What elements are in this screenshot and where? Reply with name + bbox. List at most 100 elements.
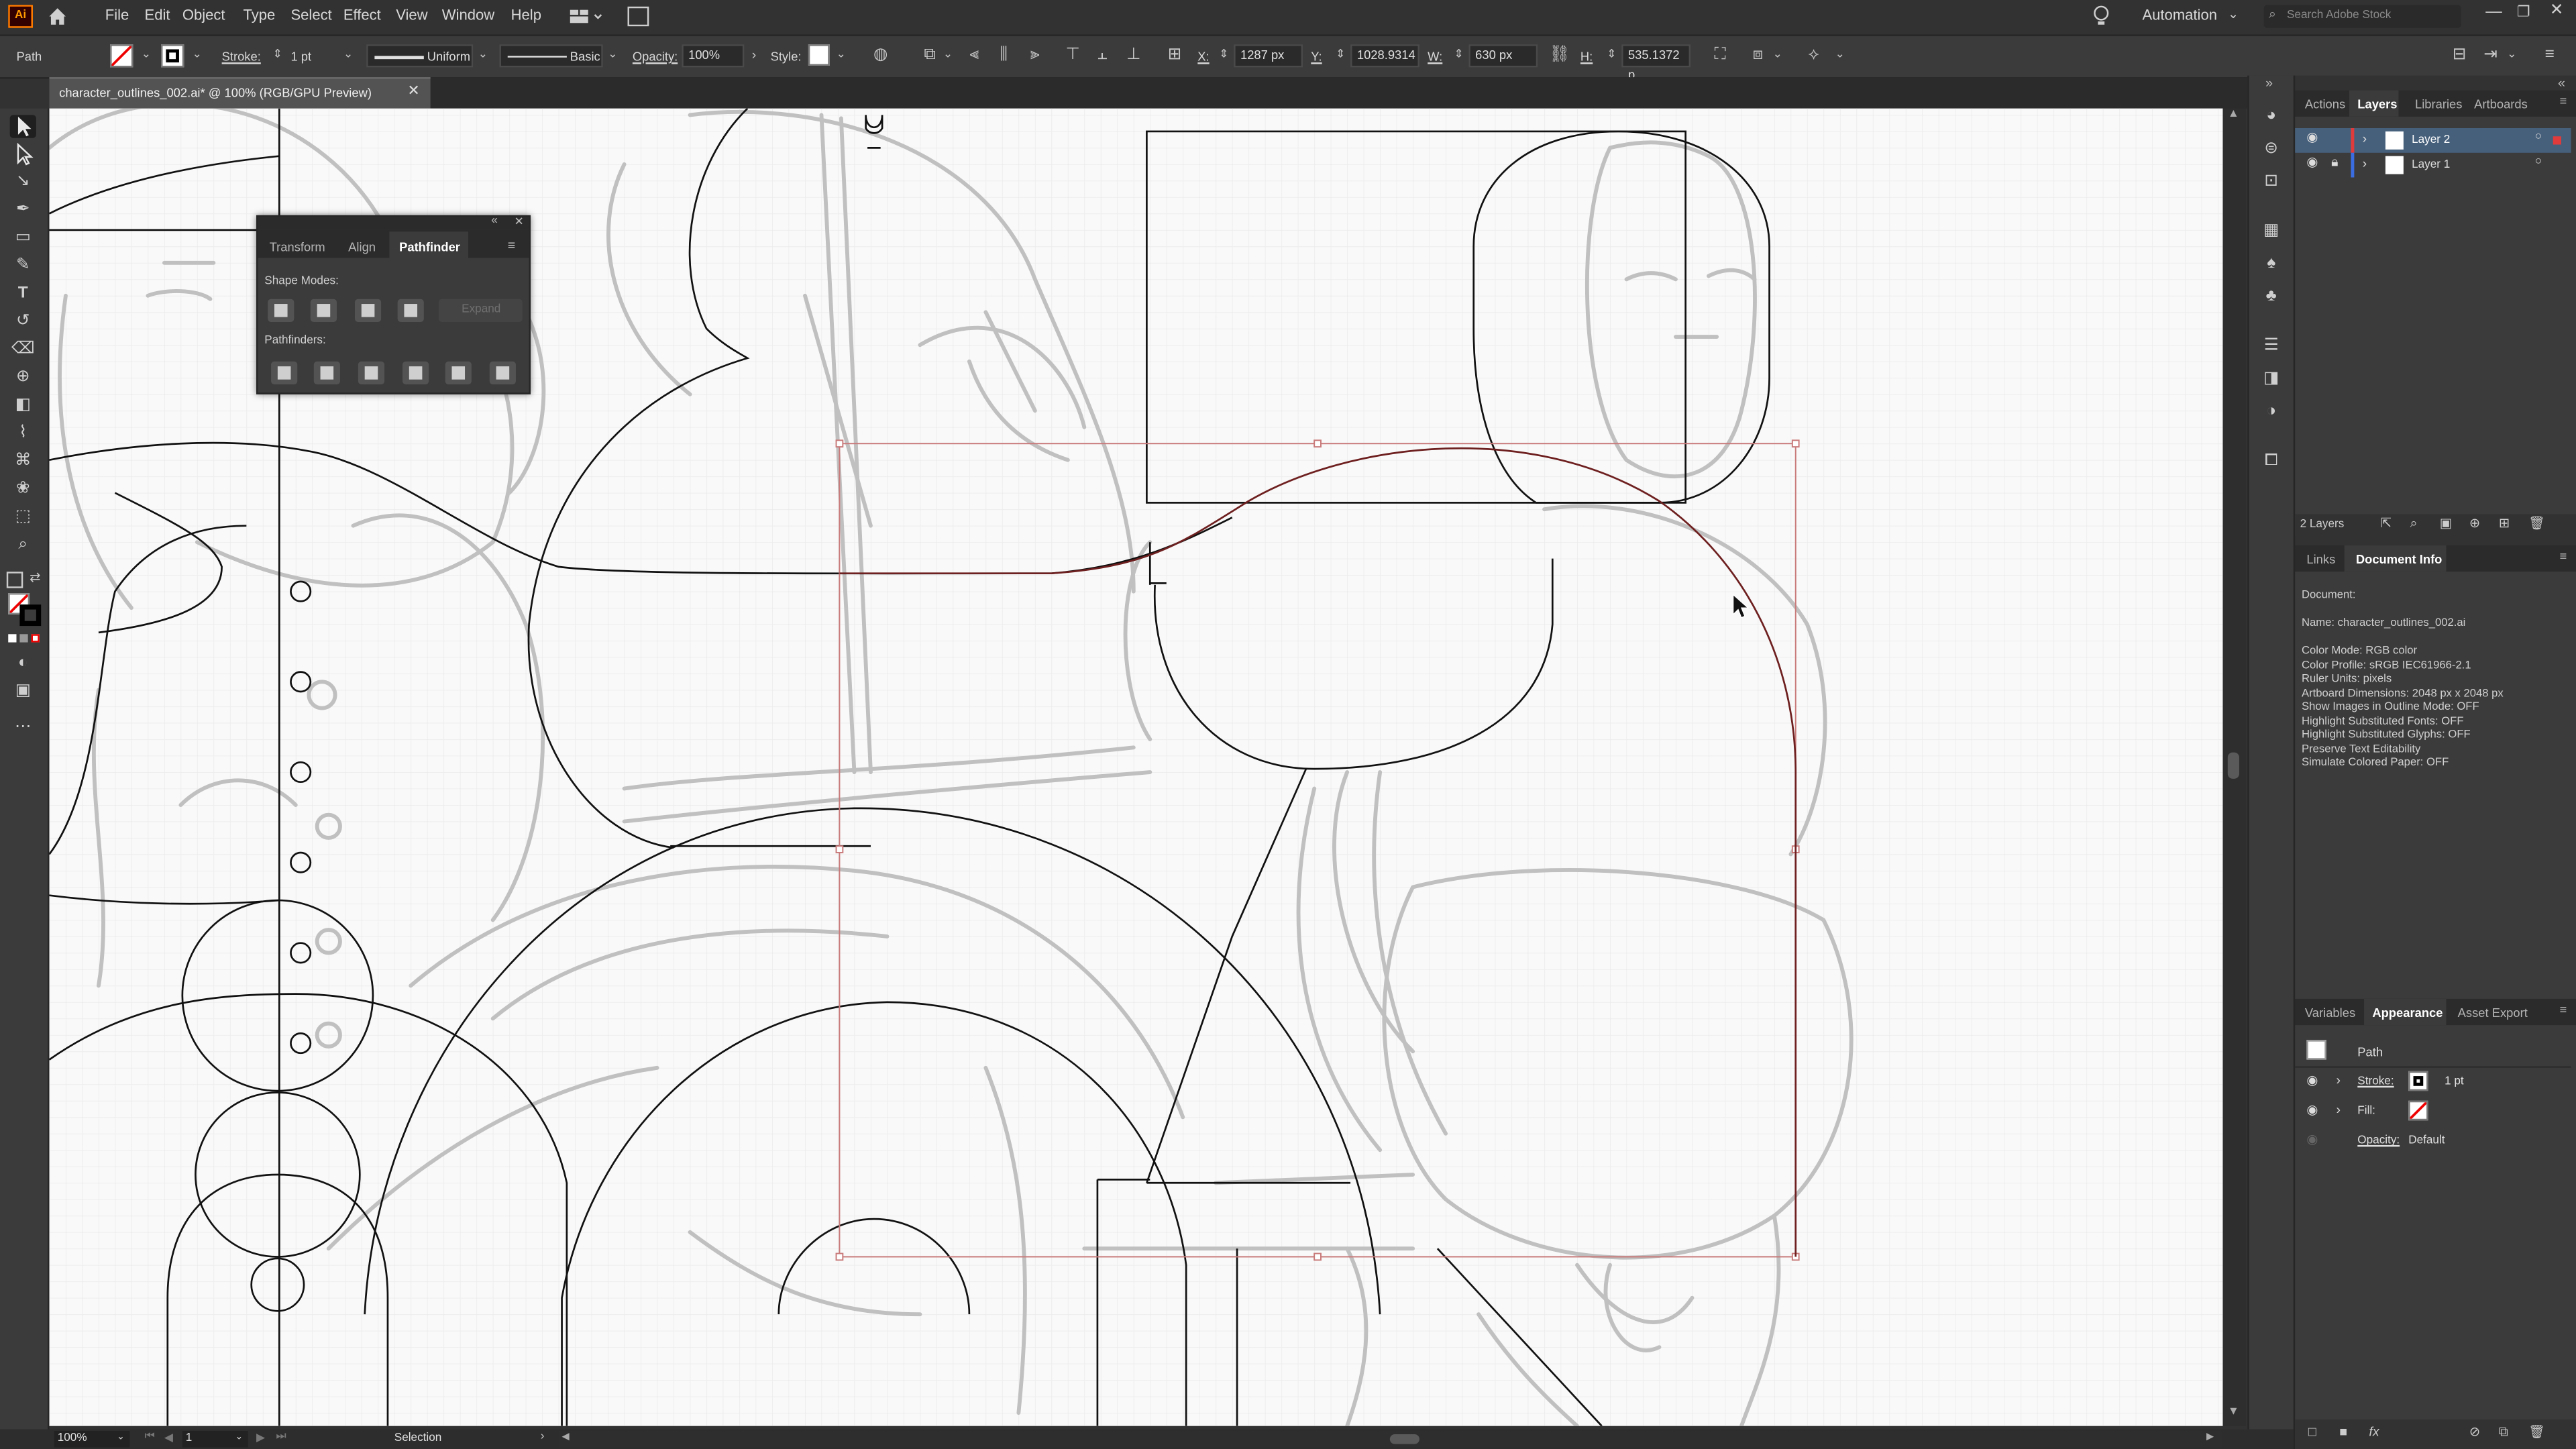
expand-button[interactable]: Expand [438,299,523,323]
panel-toggle-icon[interactable]: ⊟ [2449,46,2469,66]
tab-variables[interactable]: Variables [2305,1006,2355,1020]
fill-attr-swatch[interactable] [2408,1100,2428,1121]
tab-transform[interactable]: Transform [270,240,325,255]
align-bottom-icon[interactable]: ⊥ [1124,46,1143,66]
stroke-attr-label[interactable]: Stroke: [2357,1076,2394,1087]
stepper-icon[interactable]: ⇕ [268,46,287,66]
tab-align[interactable]: Align [348,240,376,255]
opacity-label[interactable]: Opacity: [633,49,678,64]
layer-row[interactable]: ◉ › Layer 2 ○ [2295,128,2571,153]
align-center-icon[interactable]: ⫼ [994,46,1014,66]
stepper-icon[interactable]: ⇕ [1449,46,1468,66]
restore-window-icon[interactable]: ❐ [2517,3,2530,21]
expand-fill-icon[interactable]: › [2336,1102,2341,1117]
stroke-swatch[interactable] [161,44,184,68]
scroll-thumb[interactable] [1389,1434,1419,1444]
stepper-icon[interactable]: ⇕ [1331,46,1350,66]
properties-icon[interactable]: ⊜ [2259,138,2284,160]
arrange-icon[interactable]: ⇥ [2481,46,2500,66]
brushes-icon[interactable]: ♠ [2259,253,2284,274]
stroke-attr-swatch[interactable] [2408,1071,2428,1091]
duplicate-item-icon[interactable]: ⧉ [2499,1424,2508,1440]
unite-button[interactable] [268,299,294,323]
expand-layer-icon[interactable]: › [2363,131,2367,146]
outline-button[interactable] [445,361,472,385]
eyedropper-tool-icon[interactable]: ⌇ [10,422,36,445]
intersect-button[interactable] [354,299,382,323]
panel-menu-icon[interactable]: ≡ [2560,1002,2567,1017]
menu-type[interactable]: Type [243,7,275,23]
opacity-input[interactable]: 100% [682,44,745,68]
add-new-fill-icon[interactable]: ■ [2339,1424,2347,1439]
isolate-icon[interactable]: ⧈ [1748,46,1768,66]
add-new-effect-icon[interactable]: fx [2369,1424,2379,1439]
previous-artboard-icon[interactable]: ◀ [164,1431,173,1444]
transparency-icon[interactable]: ◑ [2259,401,2284,423]
close-panel-icon[interactable]: ✕ [515,215,524,228]
next-artboard-icon[interactable]: ▶ [256,1431,265,1444]
chevron-down-icon[interactable]: ⌄ [473,46,492,66]
collapse-panel-icon[interactable]: « [491,215,498,227]
align-middle-icon[interactable]: ⫠ [1093,46,1112,66]
collapse-panels-icon[interactable]: « [2558,76,2565,91]
visibility-eye-icon[interactable]: ◉ [2306,129,2318,144]
artboards-panel-icon[interactable]: ⧠ [2259,450,2284,472]
add-new-stroke-icon[interactable]: □ [2308,1424,2316,1439]
symbol-sprayer-tool-icon[interactable]: ❀ [10,478,36,501]
gradient-panel-icon[interactable]: ◨ [2259,368,2284,390]
anchor-point-tool-icon[interactable]: ↘ [10,171,36,194]
puppet-warp-icon[interactable]: ⟡ [1804,46,1823,66]
first-artboard-icon[interactable]: ⏮ [145,1431,155,1444]
eraser-tool-icon[interactable]: ⌫ [10,338,36,361]
artboard-navigation-field[interactable]: 1 ⌄ [182,1431,248,1448]
home-icon[interactable] [46,5,69,28]
rotate-tool-icon[interactable]: ↺ [10,311,36,333]
fill-attr-label[interactable]: Fill: [2357,1106,2375,1117]
delete-layer-icon[interactable]: 🗑︎ [2528,516,2545,531]
workspace-switcher[interactable]: Automation [2142,7,2217,23]
width-input[interactable]: 630 px [1468,44,1538,68]
stepper-icon[interactable]: ⇕ [1214,46,1234,66]
stepper-icon[interactable]: ⇕ [1602,46,1621,66]
stroke-label[interactable]: Stroke: [222,49,261,64]
tab-pathfinder[interactable]: Pathfinder [389,231,468,258]
menu-file[interactable]: File [105,7,129,23]
width-label[interactable]: W: [1428,49,1442,64]
last-artboard-icon[interactable]: ⏭ [276,1431,286,1444]
menu-select[interactable]: Select [290,7,331,23]
color-mode-icon[interactable] [8,634,41,644]
stroke-attr-value[interactable]: 1 pt [2445,1076,2464,1087]
paintbrush-tool-icon[interactable]: ✎ [10,255,36,278]
arrange-documents-icon[interactable] [568,7,604,26]
constrain-proportions-icon[interactable]: ⛓ [1549,46,1570,66]
menu-object[interactable]: Object [182,7,225,23]
minus-front-button[interactable] [310,299,337,323]
chevron-down-icon[interactable]: ⌄ [338,46,358,66]
divide-button[interactable] [271,361,298,385]
locate-object-icon[interactable]: ⌕ [2410,516,2418,532]
visibility-eye-icon[interactable]: ◉ [2306,1102,2318,1117]
lock-icon[interactable]: 🔒︎ [2331,154,2338,170]
tab-libraries[interactable]: Libraries [2415,97,2462,111]
horizontal-scrollbar[interactable]: ◀ ▶ [558,1431,2223,1448]
panel-menu-icon[interactable]: ≡ [2560,549,2567,564]
crop-icon[interactable]: ⛶ [1710,46,1729,66]
chevron-down-icon[interactable]: ⌄ [603,46,623,66]
minus-back-button[interactable] [489,361,516,385]
tab-appearance[interactable]: Appearance [2364,998,2447,1026]
exclude-button[interactable] [397,299,424,323]
delete-item-icon[interactable]: 🗑︎ [2528,1424,2545,1439]
tab-actions[interactable]: Actions [2305,97,2345,111]
x-label[interactable]: X: [1197,49,1209,64]
tab-layers[interactable]: Layers [2349,90,2399,117]
document-tab[interactable]: character_outlines_002.ai* @ 100% (RGB/G… [49,77,431,109]
export-layers-icon[interactable]: ⇱ [2381,516,2392,531]
chevron-down-icon[interactable]: ⌄ [187,46,207,66]
expand-stroke-icon[interactable]: › [2336,1073,2341,1087]
menu-effect[interactable]: Effect [343,7,381,23]
selection-tool-icon[interactable] [9,115,36,138]
height-input[interactable]: 535.1372 p [1621,44,1691,82]
crop-button[interactable] [402,361,429,385]
libraries-icon[interactable]: ⊡ [2259,171,2284,193]
tab-artboards[interactable]: Artboards [2474,97,2528,111]
